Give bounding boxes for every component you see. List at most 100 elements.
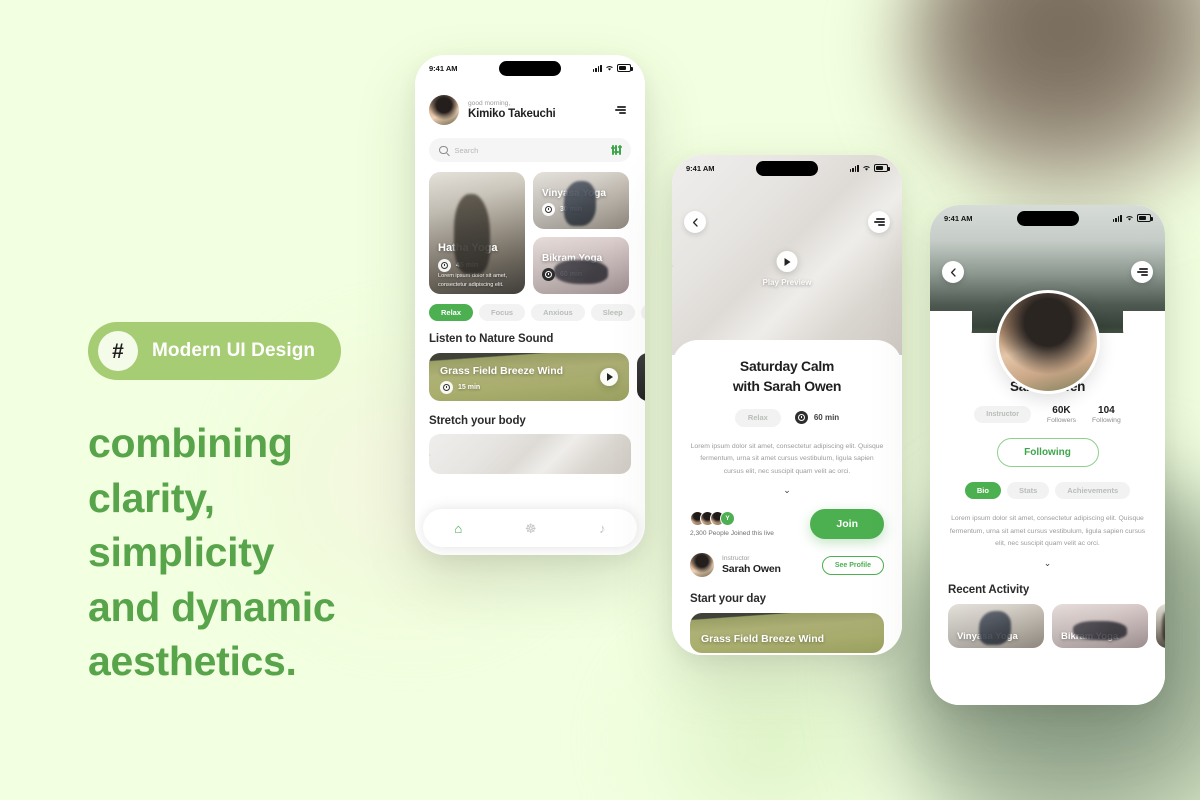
phone-mockup-home: 9:41 AM good morning, Kimiko Takeuchi Se… [415, 55, 645, 555]
phone2-status-bar: 9:41 AM [672, 155, 902, 181]
class-card-meta: 60 min [542, 268, 582, 281]
join-button[interactable]: Join [810, 509, 884, 540]
meditation-icon[interactable]: ☸ [525, 522, 537, 535]
status-indicators [849, 164, 890, 172]
class-title: Saturday Calm with Sarah Owen [690, 356, 884, 397]
profile-tab-list: Bio Stats Achievements [948, 482, 1147, 499]
start-day-card[interactable]: Grass Field Breeze Wind [690, 613, 884, 654]
tab-achievements[interactable]: Achievements [1055, 482, 1131, 499]
clock-icon [438, 259, 451, 272]
status-time: 9:41 AM [429, 63, 458, 73]
sound-card-duration: 15 min [458, 384, 481, 391]
phone2-screen: 9:41 AM Play Preview Saturday Calm with … [672, 155, 902, 655]
menu-icon[interactable] [609, 99, 631, 121]
filter-sliders-icon[interactable] [610, 145, 623, 155]
stat-value: 60K [1052, 405, 1071, 416]
battery-icon [617, 64, 633, 72]
class-duration-text: 60 min [813, 413, 840, 423]
recent-card-peek[interactable] [1156, 603, 1165, 648]
status-indicators [1112, 214, 1153, 222]
recent-card-vinyasa[interactable]: Vinyasa Yoga [948, 603, 1044, 648]
joined-count-text: 2,300 People Joined this live [690, 530, 774, 538]
instructor-row: Instructor Sarah Owen See Profile [690, 553, 884, 578]
wifi-icon [863, 166, 870, 171]
phone-mockup-class-detail: 9:41 AM Play Preview Saturday Calm with … [672, 155, 902, 655]
class-card-list: Hatha Yoga 45 min Lorem ipsum dolor sit … [415, 162, 645, 294]
clock-icon [794, 411, 808, 425]
headline-line-3: simplicity [88, 529, 275, 576]
avatar[interactable] [429, 95, 459, 125]
headline-line-1: combining [88, 420, 293, 466]
class-duration: 60 min [794, 411, 840, 425]
stretch-card[interactable] [429, 434, 631, 474]
class-card-title: Vinyasa Yoga [542, 188, 606, 199]
class-card-meta: 45 min [438, 259, 478, 272]
class-card-title: Bikram Yoga [542, 253, 603, 264]
chevron-down-icon[interactable]: ⌄ [948, 558, 1147, 568]
sound-card-next-peek[interactable] [637, 353, 645, 401]
class-card-column: Vinyasa Yoga 30 min Bikram Yoga 60 min [533, 172, 629, 294]
recent-card-bikram[interactable]: Bikram Yoga [1052, 603, 1148, 648]
search-input[interactable]: Search [429, 138, 631, 162]
phone2-top-bar [684, 211, 890, 233]
mood-chip-list: Relax Focus Anxious Sleep A [415, 294, 645, 321]
mood-chip-more[interactable]: A [640, 304, 645, 321]
avatar[interactable] [690, 553, 714, 578]
sound-card-meta: 15 min [440, 381, 480, 394]
avatar[interactable] [995, 290, 1100, 394]
stretch-list [415, 427, 645, 474]
recent-card-title: Vinyasa Yoga [957, 630, 1018, 642]
avatar-stack: Y [690, 511, 774, 527]
phone3-top-bar [942, 261, 1153, 283]
play-icon[interactable] [776, 251, 798, 272]
avatar-more-badge: Y [720, 511, 735, 527]
cellular-signal-icon [592, 64, 602, 72]
class-card-duration: 30 min [560, 206, 583, 213]
tab-bio[interactable]: Bio [964, 482, 1001, 499]
recent-activity-list: Vinyasa Yoga Bikram Yoga [948, 603, 1165, 648]
class-description: Lorem ipsum dolor sit amet, consectetur … [690, 442, 884, 475]
see-profile-button[interactable]: See Profile [821, 555, 884, 575]
play-preview-control[interactable]: Play Preview [763, 251, 811, 287]
joined-people-block: Y 2,300 People Joined this live [690, 511, 774, 537]
music-note-icon[interactable]: ♪ [599, 522, 606, 535]
class-card-vinyasa[interactable]: Vinyasa Yoga 30 min [533, 172, 629, 229]
search-placeholder: Search [454, 145, 479, 155]
mood-chip-relax[interactable]: Relax [429, 304, 474, 321]
mood-chip-sleep[interactable]: Sleep [590, 304, 635, 321]
section-title-recent-activity: Recent Activity [948, 583, 1030, 596]
menu-icon[interactable] [868, 211, 890, 233]
section-title-start-your-day: Start your day [690, 593, 766, 606]
mood-chip-focus[interactable]: Focus [479, 304, 526, 321]
class-card-bikram[interactable]: Bikram Yoga 60 min [533, 237, 629, 294]
tab-stats[interactable]: Stats [1006, 482, 1050, 499]
instructor-info: Instructor Sarah Owen [722, 555, 781, 575]
promo-headline: combining clarity, simplicity and dynami… [88, 416, 418, 689]
home-icon[interactable]: ⌂ [454, 522, 462, 535]
class-tag-badge[interactable]: Relax [734, 408, 781, 427]
stat-followers[interactable]: 60K Followers [1047, 405, 1076, 424]
class-title-line1: Saturday Calm [739, 358, 835, 374]
class-meta-row: Relax 60 min [690, 408, 884, 427]
sound-card-grass-field[interactable]: Grass Field Breeze Wind 15 min [429, 353, 629, 401]
class-card-hatha[interactable]: Hatha Yoga 45 min Lorem ipsum dolor sit … [429, 172, 525, 294]
following-button[interactable]: Following [996, 438, 1099, 467]
wifi-icon [1126, 216, 1133, 221]
class-card-duration: 45 min [456, 262, 479, 269]
play-icon[interactable] [600, 368, 618, 386]
cellular-signal-icon [849, 164, 859, 172]
clock-icon [542, 203, 555, 216]
dynamic-island [1016, 211, 1079, 226]
profile-bio: Lorem ipsum dolor sit amet, consectetur … [949, 515, 1146, 548]
dynamic-island [756, 161, 818, 176]
recent-card-title: Bikram Yoga [1061, 630, 1119, 642]
chevron-down-icon[interactable]: ⌄ [690, 486, 884, 495]
stat-following[interactable]: 104 Following [1092, 405, 1121, 424]
chevron-left-icon[interactable] [684, 211, 706, 233]
mood-chip-anxious[interactable]: Anxious [531, 304, 585, 321]
status-time: 9:41 AM [686, 163, 715, 173]
clock-icon [542, 268, 555, 281]
menu-icon[interactable] [1131, 261, 1153, 283]
chevron-left-icon[interactable] [942, 261, 964, 283]
phone1-status-bar: 9:41 AM [415, 55, 645, 81]
